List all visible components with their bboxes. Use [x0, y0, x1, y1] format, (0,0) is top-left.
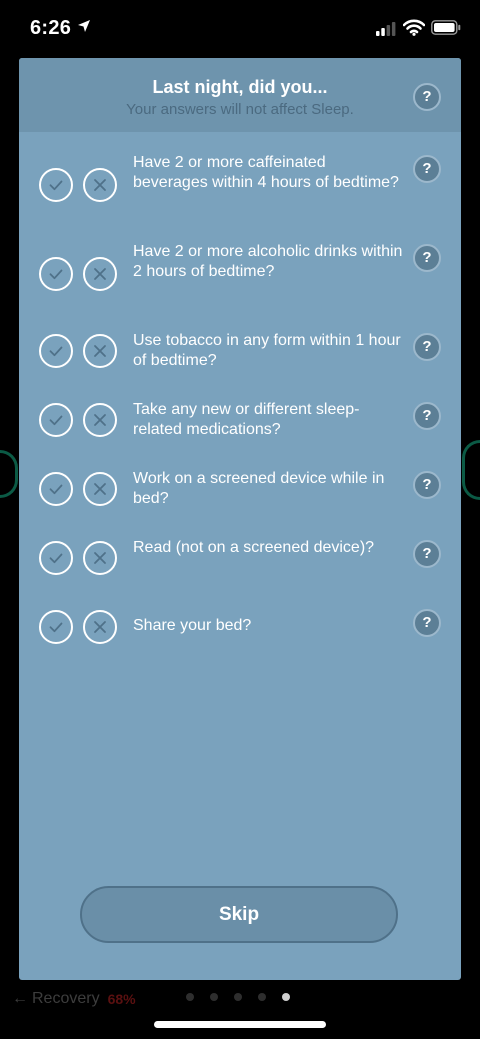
wifi-icon [402, 19, 426, 41]
question-text: Read (not on a screened device)? [133, 539, 375, 556]
question-help-icon[interactable]: ? [413, 540, 441, 568]
check-icon [49, 415, 63, 426]
question-text: Have 2 or more caffeinated beverages wit… [133, 154, 399, 191]
recovery-nav-value: 68% [107, 991, 136, 1007]
background-ring-right [462, 440, 480, 500]
yes-check-button[interactable] [39, 472, 73, 506]
close-icon [94, 268, 106, 280]
question-text: Have 2 or more alcoholic drinks within 2… [133, 243, 403, 280]
check-icon [49, 553, 63, 564]
question-text: Share your bed? [133, 617, 252, 634]
question-help-icon[interactable]: ? [413, 333, 441, 361]
page-dot [258, 993, 266, 1001]
check-icon [49, 622, 63, 633]
question-help-icon[interactable]: ? [413, 155, 441, 183]
check-icon [49, 269, 63, 280]
page-dot-active [282, 993, 290, 1001]
check-icon [49, 346, 63, 357]
close-icon [94, 483, 106, 495]
battery-icon [431, 20, 461, 40]
close-icon [94, 179, 106, 191]
background-ring-left [0, 450, 18, 498]
yes-check-button[interactable] [39, 541, 73, 575]
close-icon [94, 414, 106, 426]
close-icon [94, 345, 106, 357]
cellular-signal-icon [376, 22, 396, 41]
yes-check-button[interactable] [39, 334, 73, 368]
page-indicator [186, 993, 290, 1001]
no-cross-button[interactable] [83, 168, 117, 202]
modal-title: Last night, did you... [152, 77, 328, 97]
question-text: Take any new or different sleep-related … [133, 401, 360, 438]
modal-subtitle: Your answers will not affect Sleep. [126, 101, 354, 118]
no-cross-button[interactable] [83, 403, 117, 437]
close-icon [94, 552, 106, 564]
question-help-icon[interactable]: ? [413, 471, 441, 499]
page-dot [186, 993, 194, 1001]
page-dot [210, 993, 218, 1001]
question-text: Use tobacco in any form within 1 hour of… [133, 332, 401, 369]
question-help-icon[interactable]: ? [413, 609, 441, 637]
no-cross-button[interactable] [83, 334, 117, 368]
location-arrow-icon [77, 19, 91, 38]
question-help-icon[interactable]: ? [413, 244, 441, 272]
question-text: Work on a screened device while in bed? [133, 470, 385, 507]
screen: 6:26 ← Recovery 68% Last night, did you.… [0, 0, 480, 1039]
status-time: 6:26 [30, 17, 72, 39]
recovery-nav-label: Recovery [32, 990, 100, 1007]
arrow-left-icon: ← [12, 990, 28, 1007]
check-icon [49, 484, 63, 495]
no-cross-button[interactable] [83, 610, 117, 644]
skip-button[interactable]: Skip [80, 886, 398, 943]
background-recovery-nav[interactable]: ← Recovery 68% [12, 988, 136, 1010]
close-icon [94, 621, 106, 633]
question-help-icon[interactable]: ? [413, 402, 441, 430]
modal-header: Last night, did you... Your answers will… [19, 58, 461, 132]
header-help-icon[interactable]: ? [413, 83, 441, 111]
yes-check-button[interactable] [39, 257, 73, 291]
yes-check-button[interactable] [39, 403, 73, 437]
no-cross-button[interactable] [83, 541, 117, 575]
yes-check-button[interactable] [39, 610, 73, 644]
sleep-questionnaire-modal: Last night, did you... Your answers will… [19, 58, 461, 980]
no-cross-button[interactable] [83, 472, 117, 506]
check-icon [49, 180, 63, 191]
status-bar: 6:26 [0, 0, 480, 58]
yes-check-button[interactable] [39, 168, 73, 202]
no-cross-button[interactable] [83, 257, 117, 291]
page-dot [234, 993, 242, 1001]
home-indicator[interactable] [154, 1021, 326, 1028]
